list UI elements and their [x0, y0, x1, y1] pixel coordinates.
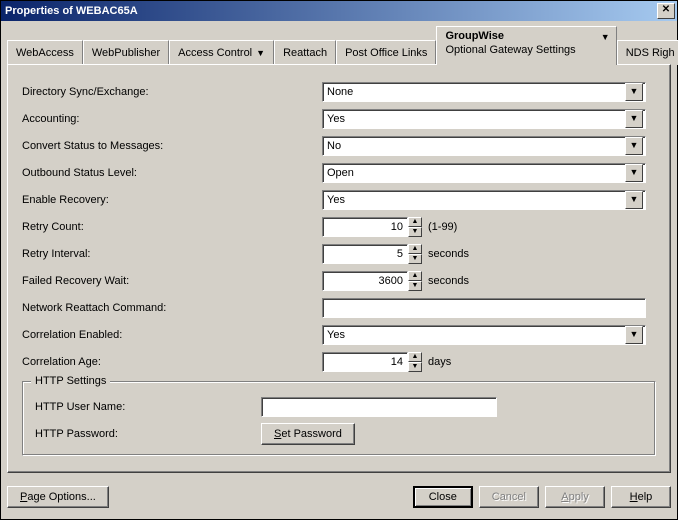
tab-nds-rights[interactable]: NDS Righ	[617, 40, 678, 65]
tabs: WebAccess WebPublisher Access Control▼ R…	[7, 26, 678, 65]
spin-up-icon: ▲	[408, 244, 422, 254]
retry-interval-spinner[interactable]: ▲▼	[408, 244, 422, 264]
chevron-down-icon: ▼	[625, 326, 643, 344]
accounting-select[interactable]: Yes ▼	[322, 109, 646, 129]
chevron-down-icon: ▼	[256, 47, 265, 59]
correlation-age-unit: days	[428, 356, 451, 368]
window-title: Properties of WEBAC65A	[5, 5, 655, 17]
tab-subtitle: Optional Gateway Settings	[445, 44, 575, 56]
directory-sync-exchange-label: Directory Sync/Exchange:	[22, 86, 322, 98]
failed-recovery-wait-label: Failed Recovery Wait:	[22, 275, 322, 287]
bottom-bar: Page Options... Close Cancel Apply Help	[1, 479, 677, 519]
correlation-enabled-select[interactable]: Yes ▼	[322, 325, 646, 345]
tab-post-office-links[interactable]: Post Office Links	[336, 40, 436, 65]
set-password-button[interactable]: Set Password	[261, 423, 355, 445]
tab-panel: Directory Sync/Exchange: None ▼ Accounti…	[7, 64, 671, 473]
correlation-age-spinner[interactable]: ▲▼	[408, 352, 422, 372]
retry-interval-input[interactable]: 5	[322, 244, 408, 264]
failed-recovery-wait-input[interactable]: 3600	[322, 271, 408, 291]
chevron-down-icon: ▼	[625, 110, 643, 128]
enable-recovery-select[interactable]: Yes ▼	[322, 190, 646, 210]
close-button[interactable]: Close	[413, 486, 473, 508]
retry-count-spinner[interactable]: ▲▼	[408, 217, 422, 237]
cancel-button: Cancel	[479, 486, 539, 508]
correlation-enabled-label: Correlation Enabled:	[22, 329, 322, 341]
spin-down-icon: ▼	[408, 254, 422, 264]
spin-up-icon: ▲	[408, 352, 422, 362]
spin-up-icon: ▲	[408, 217, 422, 227]
close-window-button[interactable]: ✕	[657, 3, 675, 19]
spin-down-icon: ▼	[408, 227, 422, 237]
retry-count-input[interactable]: 10	[322, 217, 408, 237]
apply-button: Apply	[545, 486, 605, 508]
directory-sync-exchange-select[interactable]: None ▼	[322, 82, 646, 102]
chevron-down-icon: ▼	[625, 137, 643, 155]
accounting-label: Accounting:	[22, 113, 322, 125]
tab-webpublisher[interactable]: WebPublisher	[83, 40, 169, 65]
outbound-status-select[interactable]: Open ▼	[322, 163, 646, 183]
tab-reattach[interactable]: Reattach	[274, 40, 336, 65]
failed-recovery-wait-unit: seconds	[428, 275, 469, 287]
help-button[interactable]: Help	[611, 486, 671, 508]
titlebar: Properties of WEBAC65A ✕	[1, 1, 677, 21]
chevron-down-icon: ▼	[625, 164, 643, 182]
page-options-button[interactable]: Page Options...	[7, 486, 109, 508]
enable-recovery-label: Enable Recovery:	[22, 194, 322, 206]
tab-webaccess[interactable]: WebAccess	[7, 40, 83, 65]
chevron-down-icon: ▼	[625, 191, 643, 209]
tab-groupwise[interactable]: GroupWise Optional Gateway Settings ▼	[436, 26, 616, 65]
correlation-age-label: Correlation Age:	[22, 356, 322, 368]
http-settings-legend: HTTP Settings	[31, 375, 110, 387]
http-settings-group: HTTP Settings HTTP User Name: HTTP Passw…	[22, 381, 656, 456]
outbound-status-label: Outbound Status Level:	[22, 167, 322, 179]
spin-up-icon: ▲	[408, 271, 422, 281]
retry-count-label: Retry Count:	[22, 221, 322, 233]
failed-recovery-wait-spinner[interactable]: ▲▼	[408, 271, 422, 291]
tab-access-control[interactable]: Access Control▼	[169, 40, 274, 65]
chevron-down-icon: ▼	[625, 83, 643, 101]
convert-status-select[interactable]: No ▼	[322, 136, 646, 156]
http-user-name-label: HTTP User Name:	[35, 401, 261, 413]
spin-down-icon: ▼	[408, 281, 422, 291]
correlation-age-input[interactable]: 14	[322, 352, 408, 372]
http-password-label: HTTP Password:	[35, 428, 261, 440]
retry-interval-unit: seconds	[428, 248, 469, 260]
retry-count-unit: (1-99)	[428, 221, 457, 233]
http-user-name-input[interactable]	[261, 397, 497, 417]
properties-window: Properties of WEBAC65A ✕ WebAccess WebPu…	[0, 0, 678, 520]
convert-status-label: Convert Status to Messages:	[22, 140, 322, 152]
chevron-down-icon: ▼	[601, 31, 610, 43]
network-reattach-label: Network Reattach Command:	[22, 302, 322, 314]
network-reattach-input[interactable]	[322, 298, 646, 318]
retry-interval-label: Retry Interval:	[22, 248, 322, 260]
spin-down-icon: ▼	[408, 362, 422, 372]
